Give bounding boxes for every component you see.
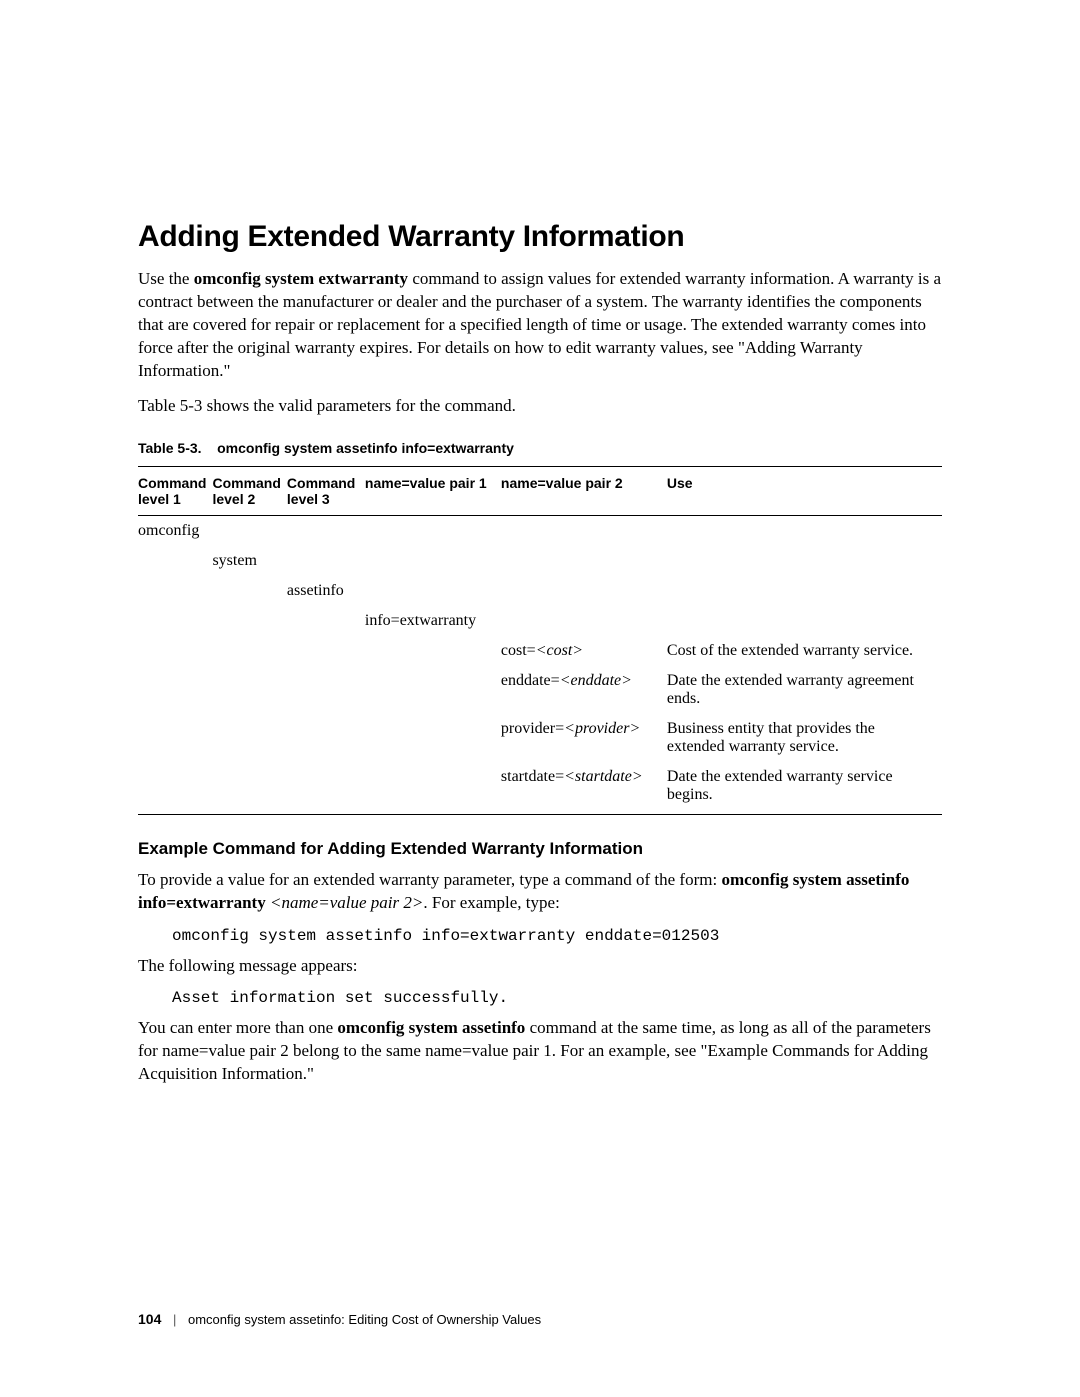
closing-paragraph: You can enter more than one omconfig sys… (138, 1017, 942, 1086)
message-intro: The following message appears: (138, 955, 942, 978)
table-caption: Table 5-3. omconfig system assetinfo inf… (138, 440, 942, 456)
footer-title: omconfig system assetinfo: Editing Cost … (188, 1312, 541, 1327)
page-content: Adding Extended Warranty Information Use… (0, 0, 1080, 1397)
th-use: Use (667, 466, 942, 515)
th-pair2: name=value pair 2 (501, 466, 667, 515)
pair2-value-placeholder: <cost> (536, 642, 583, 659)
table-row: info=extwarranty (138, 606, 942, 636)
cell-pair1: info=extwarranty (365, 606, 501, 636)
closing-a: You can enter more than one (138, 1018, 333, 1037)
footer-separator: | (173, 1312, 176, 1327)
th-text: level 3 (287, 491, 330, 507)
cell-level2: system (212, 546, 286, 576)
table-row: cost=<cost> Cost of the extended warrant… (138, 636, 942, 666)
th-command-level2: Command level 2 (212, 466, 286, 515)
pair2-key: startdate= (501, 768, 564, 785)
table-row: system (138, 546, 942, 576)
th-text: Command (138, 475, 206, 491)
th-command-level3: Command level 3 (287, 466, 365, 515)
cell-use: Business entity that provides the extend… (667, 714, 942, 762)
pair2-key: enddate= (501, 672, 560, 689)
table-row: provider=<provider> Business entity that… (138, 714, 942, 762)
intro-prefix: Use the (138, 269, 189, 288)
page-footer: 104 | omconfig system assetinfo: Editing… (138, 1311, 541, 1327)
page-title: Adding Extended Warranty Information (138, 220, 942, 254)
th-text: level 2 (212, 491, 255, 507)
table-caption-prefix: Table 5-3. (138, 440, 202, 456)
intro-command: omconfig system extwarranty (194, 269, 408, 288)
cell-pair2: enddate=<enddate> (501, 666, 667, 714)
example-intro-paragraph: To provide a value for an extended warra… (138, 869, 942, 915)
table-row: enddate=<enddate> Date the extended warr… (138, 666, 942, 714)
example-subheading: Example Command for Adding Extended Warr… (138, 839, 942, 859)
table-caption-title: omconfig system assetinfo info=extwarran… (217, 440, 514, 456)
closing-cmd: omconfig system assetinfo (337, 1018, 525, 1037)
cell-use: Date the extended warranty agreement end… (667, 666, 942, 714)
pair2-value-placeholder: <enddate> (560, 672, 632, 689)
cell-pair2: provider=<provider> (501, 714, 667, 762)
th-command-level1: Command level 1 (138, 466, 212, 515)
table-row: omconfig (138, 515, 942, 546)
intro-paragraph: Use the omconfig system extwarranty comm… (138, 268, 942, 383)
pair2-key: cost= (501, 642, 536, 659)
cell-use: Cost of the extended warranty service. (667, 636, 942, 666)
page-number: 104 (138, 1311, 161, 1327)
table-row: startdate=<startdate> Date the extended … (138, 762, 942, 815)
cell-pair2: startdate=<startdate> (501, 762, 667, 815)
th-text: Command (212, 475, 280, 491)
table-row: assetinfo (138, 576, 942, 606)
cell-level1: omconfig (138, 515, 212, 546)
parameters-table: Command level 1 Command level 2 Command … (138, 466, 942, 815)
pair2-key: provider= (501, 720, 564, 737)
example-intro-d: . For example, type: (423, 893, 559, 912)
cell-pair2: cost=<cost> (501, 636, 667, 666)
example-intro-pair: <name=value pair 2> (270, 893, 423, 912)
th-pair1: name=value pair 1 (365, 466, 501, 515)
th-text: Command (287, 475, 355, 491)
cell-level3: assetinfo (287, 576, 365, 606)
code-example-2: Asset information set successfully. (172, 989, 942, 1007)
pair2-value-placeholder: <provider> (564, 720, 640, 737)
code-example-1: omconfig system assetinfo info=extwarran… (172, 927, 942, 945)
table-reference-text: Table 5-3 shows the valid parameters for… (138, 395, 942, 418)
th-text: level 1 (138, 491, 181, 507)
table-header-row: Command level 1 Command level 2 Command … (138, 466, 942, 515)
pair2-value-placeholder: <startdate> (564, 768, 642, 785)
cell-use: Date the extended warranty service begin… (667, 762, 942, 815)
example-intro-a: To provide a value for an extended warra… (138, 870, 717, 889)
